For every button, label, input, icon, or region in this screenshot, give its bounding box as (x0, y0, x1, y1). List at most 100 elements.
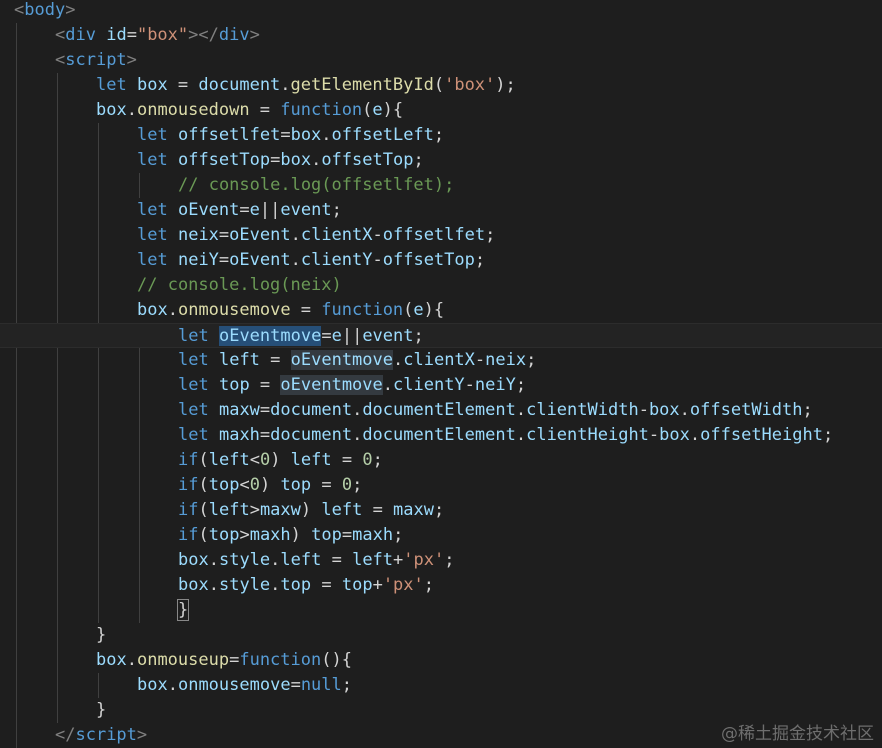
code-token: . (270, 550, 281, 570)
code-token: box (137, 675, 168, 695)
code-token: - (464, 375, 475, 395)
code-token: } (176, 599, 190, 621)
code-token: ; (341, 675, 353, 695)
code-token: let (178, 350, 209, 370)
code-token: let (96, 75, 127, 95)
code-token: e (331, 326, 342, 346)
code-token: } (96, 700, 107, 720)
code-token: neix (177, 225, 219, 245)
code-line-content: let maxh=document.documentElement.client… (178, 423, 833, 448)
code-line-content: let neix=oEvent.clientX-offsetlfet; (137, 223, 495, 248)
code-line-current[interactable]: let oEventmove=e||event; (0, 323, 882, 348)
code-token: maxw (259, 500, 301, 520)
code-token: = (331, 450, 363, 470)
code-token: - (648, 425, 660, 445)
code-line-content: let top = oEventmove.clientY-neiY; (178, 373, 526, 398)
code-token: left (321, 500, 363, 520)
code-line-content: let oEvent=e||event; (137, 198, 342, 223)
code-token: 0 (362, 450, 373, 470)
code-token: top (280, 575, 312, 595)
code-token: style (218, 550, 271, 570)
code-token: let (137, 200, 168, 220)
code-token: = (341, 525, 353, 545)
code-token: box (137, 300, 168, 320)
code-token: onmousedown (136, 100, 250, 120)
code-token: . (311, 150, 322, 170)
code-token: onmousemove (177, 675, 291, 695)
indent-guide (57, 73, 58, 723)
code-token: . (515, 425, 527, 445)
code-token: = (218, 250, 230, 270)
code-token: - (372, 250, 383, 270)
code-token: ; (423, 575, 435, 595)
code-token: - (638, 400, 649, 420)
code-token: let (178, 375, 209, 395)
code-token: . (126, 100, 137, 120)
indent-guide (139, 323, 140, 623)
code-token: + (393, 550, 404, 570)
code-token: + (372, 575, 383, 595)
indent-guide (98, 673, 99, 698)
code-line-content: box.onmousemove = function(e){ (137, 298, 444, 323)
code-token: - (474, 350, 486, 370)
code-token: ( (362, 100, 373, 120)
code-token: ; (434, 500, 445, 520)
code-token: maxw (218, 400, 260, 420)
code-line-content: let oEventmove=e||event; (178, 324, 424, 349)
code-line-content: <body> (14, 0, 75, 23)
code-token: maxh (218, 425, 260, 445)
code-token: 0 (341, 475, 353, 495)
code-token: . (208, 550, 219, 570)
code-token: = (290, 300, 322, 320)
code-token: ></ (188, 25, 219, 45)
code-token: onmousemove (177, 300, 291, 320)
code-token: 0 (249, 475, 260, 495)
code-token: left (208, 500, 250, 520)
code-token: < (14, 0, 25, 20)
code-token: ) (270, 450, 291, 470)
code-token: top (341, 575, 373, 595)
code-token: . (393, 350, 404, 370)
code-token: = (249, 100, 281, 120)
code-token: = (249, 375, 281, 395)
code-token: ; (444, 550, 455, 570)
code-token: . (290, 250, 301, 270)
code-token: (){ (321, 650, 352, 670)
code-token: function (321, 300, 404, 320)
code-token: ) (259, 475, 281, 495)
code-token: 'px' (382, 575, 424, 595)
code-token: > (249, 25, 260, 45)
code-token: left (208, 450, 250, 470)
code-token: div (65, 25, 96, 45)
code-token: . (352, 400, 363, 420)
code-token: ){ (382, 100, 404, 120)
code-token: oEvent (229, 250, 291, 270)
code-token: = (239, 200, 250, 220)
code-token: . (689, 425, 701, 445)
code-line-content: if(top>maxh) top=maxh; (178, 523, 403, 548)
code-editor[interactable]: <body> <div id="box"></div> <script> let bo… (0, 0, 882, 748)
code-token: = (321, 326, 332, 346)
code-token: . (270, 575, 281, 595)
code-token: < (239, 475, 250, 495)
code-line-content: </script> (55, 723, 147, 748)
code-token: div (218, 25, 250, 45)
code-token: . (167, 300, 178, 320)
code-token: . (352, 425, 363, 445)
code-token: 0 (259, 450, 271, 470)
code-token: || (341, 326, 363, 346)
code-token: box (96, 650, 127, 670)
code-token: neiY (474, 375, 516, 395)
code-token: ){ (423, 300, 445, 320)
code-token: documentElement (362, 400, 516, 420)
code-token: ; (352, 475, 363, 495)
code-token: let (178, 425, 209, 445)
code-token: > (136, 725, 148, 745)
code-token: ( (433, 75, 445, 95)
code-line-content: } (176, 598, 190, 623)
code-line-content: let left = oEventmove.clientX-neix; (178, 348, 536, 373)
code-token: maxh (249, 525, 291, 545)
